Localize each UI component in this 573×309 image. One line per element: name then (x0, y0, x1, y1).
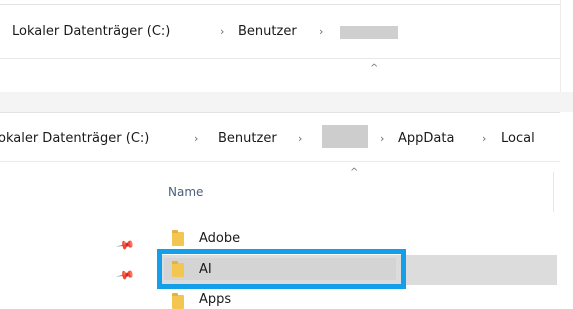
breadcrumb-appdata[interactable]: AppData (398, 131, 454, 147)
column-divider[interactable] (553, 172, 554, 212)
redacted-username (322, 125, 368, 148)
window-edge (560, 0, 573, 92)
column-header-name[interactable]: Name (168, 185, 203, 199)
breadcrumb-separator-icon[interactable]: › (220, 24, 224, 40)
redacted-username (340, 26, 398, 39)
breadcrumb-local[interactable]: Local (501, 131, 535, 147)
sort-ascending-icon[interactable]: ^ (350, 167, 358, 178)
divider (0, 161, 560, 162)
highlight-box (157, 249, 406, 289)
sort-ascending-icon[interactable]: ^ (370, 63, 378, 74)
breadcrumb-users[interactable]: Benutzer (238, 24, 297, 40)
snippet-gap (0, 92, 573, 112)
divider (0, 58, 560, 59)
list-item-label: Adobe (199, 231, 241, 246)
breadcrumb-separator-icon[interactable]: › (298, 131, 302, 147)
breadcrumb-separator-icon[interactable]: › (482, 131, 486, 147)
breadcrumb-separator-icon[interactable]: › (194, 131, 198, 147)
breadcrumb-users[interactable]: Benutzer (218, 131, 277, 147)
breadcrumb-drive[interactable]: Lokaler Datenträger (C:) (12, 24, 170, 40)
folder-icon (172, 293, 184, 309)
breadcrumb-drive[interactable]: okaler Datenträger (C:) (0, 131, 149, 147)
breadcrumb-separator-icon[interactable]: › (319, 24, 323, 40)
breadcrumb-separator-icon[interactable]: › (380, 131, 384, 147)
folder-icon (172, 230, 184, 246)
